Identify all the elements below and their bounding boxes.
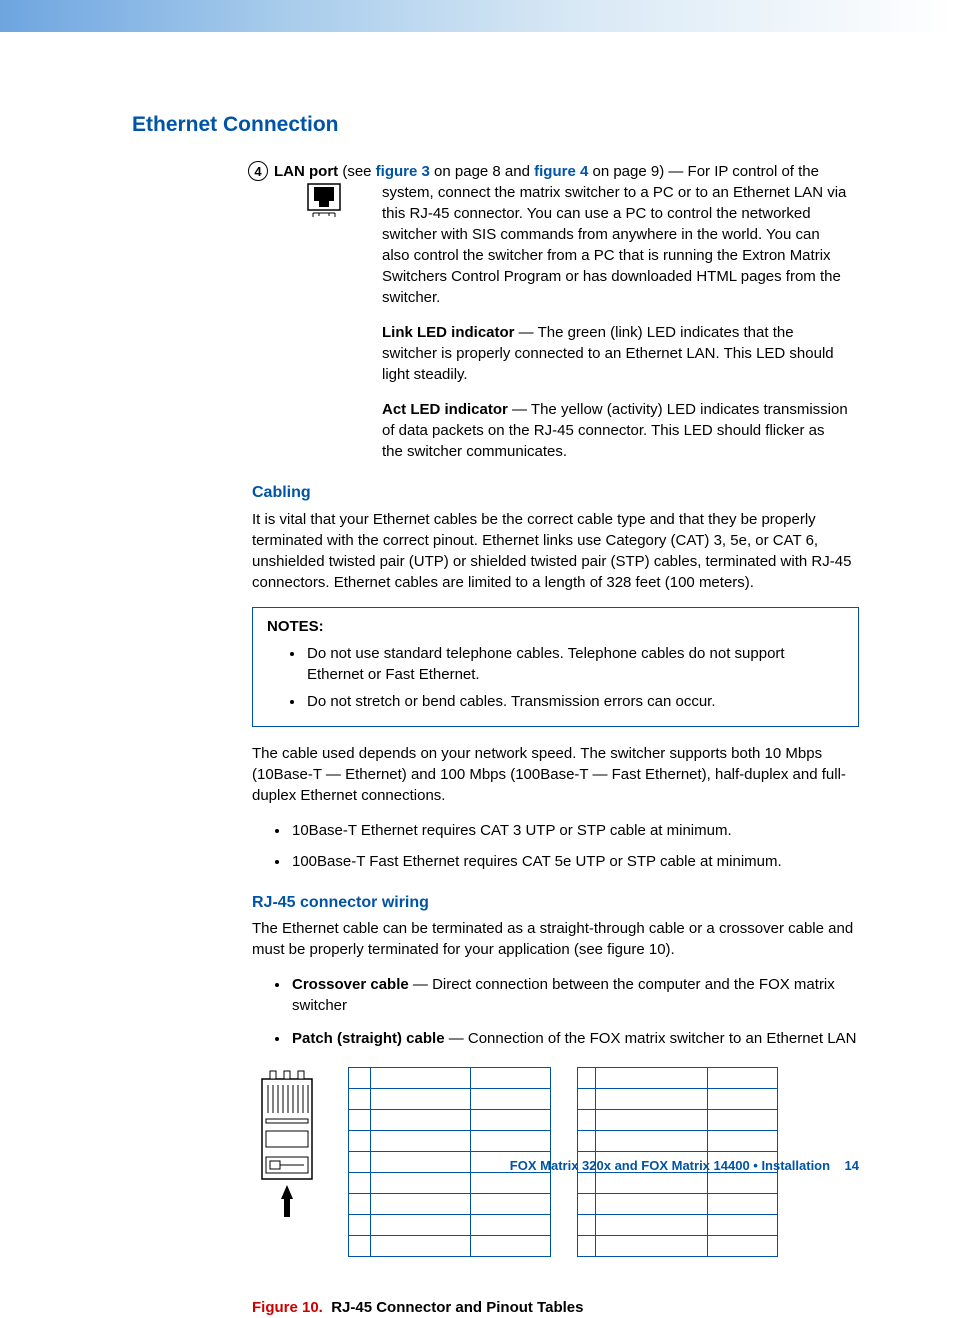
table-row — [349, 1173, 551, 1194]
cable-type-list: Crossover cable — Direct connection betw… — [290, 974, 859, 1049]
table-row — [349, 1089, 551, 1110]
cabling-heading: Cabling — [252, 482, 859, 504]
page-footer: FOX Matrix 320x and FOX Matrix 14400 • I… — [510, 1157, 859, 1175]
list-item: 100Base-T Fast Ethernet requires CAT 5e … — [290, 851, 859, 872]
speed-bullets: 10Base-T Ethernet requires CAT 3 UTP or … — [290, 820, 859, 872]
rj45-port-icon — [307, 183, 341, 225]
figure-3-link[interactable]: figure 3 — [376, 163, 430, 180]
table-row — [578, 1110, 778, 1131]
list-item: Crossover cable — Direct connection betw… — [290, 974, 859, 1016]
table-row — [578, 1089, 778, 1110]
table-row — [349, 1131, 551, 1152]
table-row — [578, 1194, 778, 1215]
notes-label: NOTES: — [267, 616, 844, 637]
notes-box: NOTES: Do not use standard telephone cab… — [252, 607, 859, 727]
list-item: Do not use standard telephone cables. Te… — [305, 643, 844, 685]
section-heading-ethernet: Ethernet Connection — [132, 110, 859, 139]
table-row — [578, 1236, 778, 1257]
list-item: 10Base-T Ethernet requires CAT 3 UTP or … — [290, 820, 859, 841]
figure-4-link[interactable]: figure 4 — [534, 163, 588, 180]
speed-para: The cable used depends on your network s… — [252, 743, 859, 806]
lan-port-item: 4 LAN port (see figure 3 on page 8 and f… — [252, 161, 859, 462]
rj45-para: The Ethernet cable can be terminated as … — [252, 918, 859, 960]
footer-page-number: 14 — [845, 1158, 859, 1173]
text: — Connection of the FOX matrix switcher … — [445, 1030, 857, 1047]
act-led-para: Act LED indicator — The yellow (activity… — [382, 399, 849, 462]
table-row — [578, 1131, 778, 1152]
table-row — [349, 1215, 551, 1236]
link-led-para: Link LED indicator — The green (link) LE… — [382, 322, 849, 385]
link-led-label: Link LED indicator — [382, 324, 515, 341]
table-row — [349, 1236, 551, 1257]
text: on page 9) — For IP control of the — [588, 163, 819, 180]
table-row — [578, 1173, 778, 1194]
rj45-connector-icon — [252, 1067, 322, 1227]
figure-label: Figure 10. — [252, 1299, 323, 1316]
rj45-heading: RJ-45 connector wiring — [252, 892, 859, 914]
lan-port-label: LAN port — [274, 163, 338, 180]
table-row — [349, 1194, 551, 1215]
footer-title: FOX Matrix 320x and FOX Matrix 14400 • I… — [510, 1158, 830, 1173]
page-top-bar — [0, 0, 954, 32]
list-item: Patch (straight) cable — Connection of t… — [290, 1028, 859, 1049]
table-row — [349, 1068, 551, 1089]
patch-label: Patch (straight) cable — [292, 1030, 445, 1047]
lan-port-description: system, connect the matrix switcher to a… — [382, 182, 849, 462]
notes-list: Do not use standard telephone cables. Te… — [305, 643, 844, 712]
figure-title: RJ-45 Connector and Pinout Tables — [331, 1299, 583, 1316]
cabling-section: Cabling It is vital that your Ethernet c… — [252, 482, 859, 1318]
cabling-para: It is vital that your Ethernet cables be… — [252, 509, 859, 593]
text: on page 8 and — [430, 163, 534, 180]
list-item: Do not stretch or bend cables. Transmiss… — [305, 691, 844, 712]
page-content: Ethernet Connection 4 LAN port (see figu… — [0, 32, 954, 1318]
crossover-label: Crossover cable — [292, 976, 409, 993]
act-led-label: Act LED indicator — [382, 401, 508, 418]
lan-port-desc-para: system, connect the matrix switcher to a… — [382, 182, 849, 308]
text: (see — [338, 163, 376, 180]
table-row — [349, 1110, 551, 1131]
table-row — [578, 1215, 778, 1236]
item-number-badge: 4 — [248, 161, 268, 181]
lan-port-intro-line: LAN port (see figure 3 on page 8 and fig… — [274, 161, 859, 182]
table-row — [578, 1068, 778, 1089]
figure-caption: Figure 10. RJ-45 Connector and Pinout Ta… — [252, 1297, 859, 1318]
